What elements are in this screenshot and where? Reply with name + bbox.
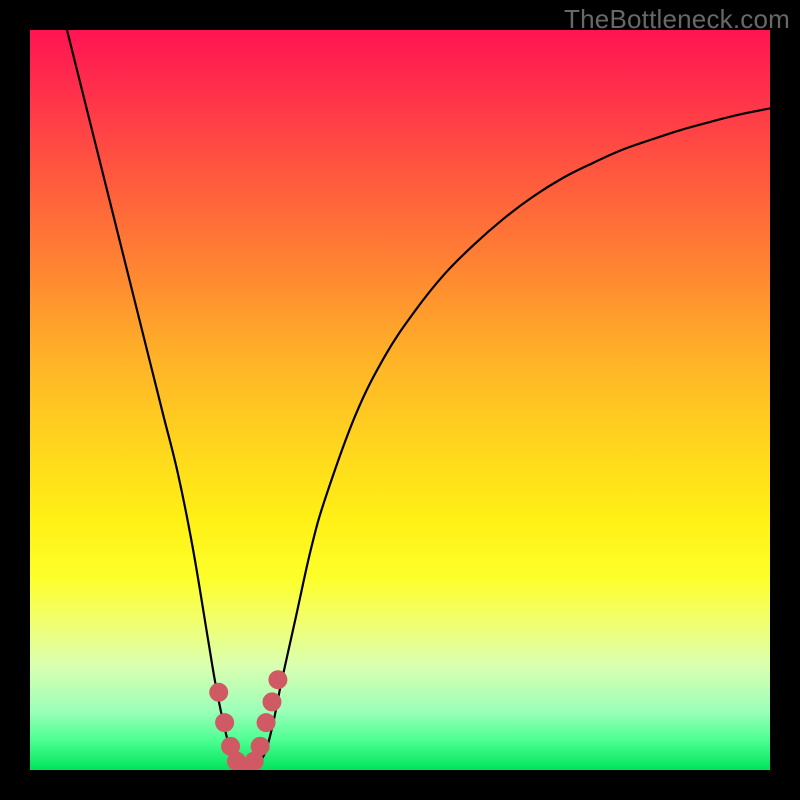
bottleneck-curve [67, 30, 770, 768]
valley-marker [215, 713, 234, 732]
valley-markers [209, 670, 287, 770]
valley-marker [257, 713, 276, 732]
valley-marker [209, 683, 228, 702]
plot-area [30, 30, 770, 770]
valley-marker [268, 670, 287, 689]
valley-marker [262, 692, 281, 711]
chart-frame: TheBottleneck.com [0, 0, 800, 800]
valley-marker [251, 737, 270, 756]
chart-svg [30, 30, 770, 770]
